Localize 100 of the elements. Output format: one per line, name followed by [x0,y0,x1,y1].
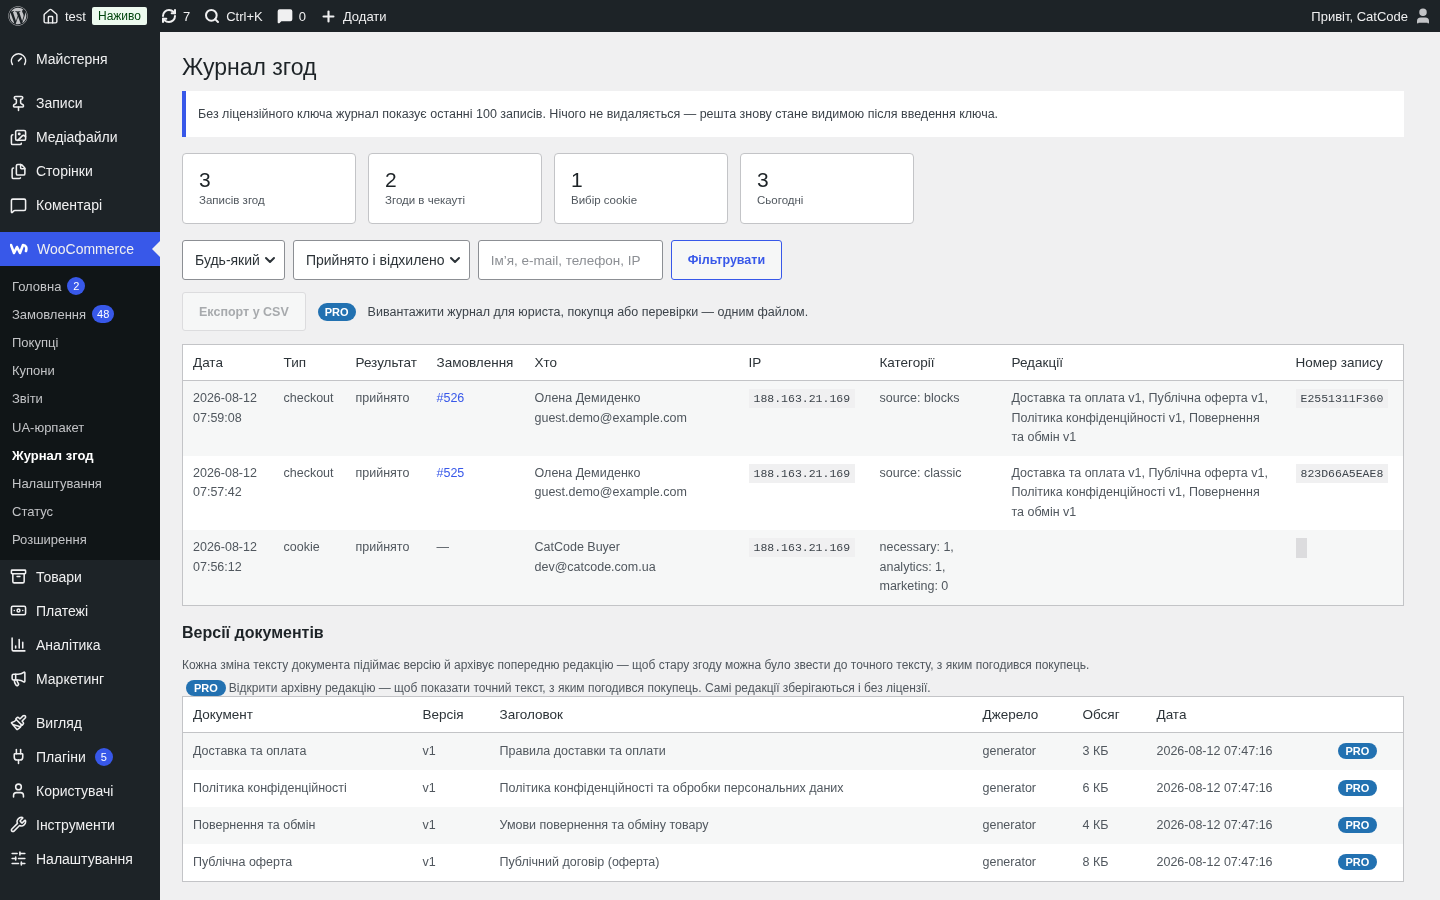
search-shortcut[interactable]: Ctrl+K [226,8,263,24]
time-text: 07:56:12 [193,558,243,576]
column-header: Категорії [869,344,1002,381]
search-icon[interactable] [204,8,221,24]
date-text: 2026-08-12 [193,539,258,556]
submenu-item[interactable]: Замовлення 48 [0,300,160,329]
customer-email: guest.demo@example.com [534,409,688,427]
greeting[interactable]: Привіт, CatCode [1311,8,1408,24]
images-icon [10,128,27,146]
column-header: Результат [345,344,427,381]
column-header: Документ [182,696,413,732]
sidebar-item[interactable]: Плагіни 5 [0,739,160,774]
updates-count[interactable]: 7 [182,8,191,24]
plus-icon[interactable] [319,7,337,25]
sidebar-item[interactable]: Медіафайли [0,120,160,154]
sidebar-item[interactable]: Маркетинг [0,661,160,696]
time-text: 07:57:42 [193,484,243,501]
ip-address: 188.163.21.169 [748,389,856,408]
date-cell: 2026-08-12 07:47:16 [1146,843,1328,881]
comment-icon[interactable] [276,8,293,24]
pro-badge: PRO [317,302,356,321]
column-header: Заголовок [489,696,973,732]
sidebar-item[interactable]: Користувачі [0,773,160,808]
pro-badge: PRO [1337,779,1378,796]
user-icon [10,782,27,800]
date-text: 2026-08-12 [193,464,258,482]
pro-badge: PRO [1337,742,1378,759]
sidebar-item[interactable]: Вигляд [0,705,160,740]
record-id: E2551311F360 [1295,389,1389,408]
add-new-link[interactable]: Додати [342,8,387,24]
empty-record-id [1295,538,1307,558]
comments-count[interactable]: 0 [298,8,306,24]
sidebar-item[interactable]: Товари [0,559,160,594]
order-link[interactable]: #525 [436,465,465,480]
submenu-item[interactable]: Звіти [0,384,160,413]
stat-value: 3 [757,168,770,192]
site-name[interactable]: test [65,8,86,24]
sidebar-item[interactable]: WooCommerce [0,232,160,266]
document-cell: Повернення та обмін [182,806,413,844]
sidebar-item[interactable]: Платежі [0,593,160,628]
version-cell: v1 [412,769,490,807]
revisions-text: Доставка та оплата v1, Публічна оферта v1, Політика конфіденційності v1, Повернення та обмін v1 [1011,465,1268,519]
submenu-item[interactable]: Статус [0,497,160,526]
filter-button[interactable]: Фільтрувати [670,240,783,280]
version-cell: v1 [412,843,490,881]
column-header: Обсяг [1072,696,1147,732]
plug-icon [10,748,27,766]
document-cell: Політика конфіденційності [182,769,413,807]
date-cell: 2026-08-12 07:47:16 [1146,806,1328,844]
column-header: IP [738,344,870,381]
home-icon[interactable] [42,7,59,25]
comment-icon [10,196,27,214]
result-text: прийнято [355,391,410,405]
stat-value: 2 [385,168,398,192]
customer-email: dev@catcode.com.ua [534,558,657,576]
version-cell: v1 [412,806,490,844]
submenu-item[interactable]: UA-юрпакет [0,412,160,442]
sidebar-item[interactable]: Інструменти [0,807,160,842]
avatar-icon[interactable] [1414,7,1432,25]
column-header: Версія [412,696,490,732]
brush-icon [10,714,27,732]
record-id: 823D66A5EAE8 [1295,463,1389,483]
pro-hint: Відкрити архівну редакцію — щоб показати точний текст, з яким погодився покупець. Самі редакції зберігаються і без ліцензії. [228,680,931,695]
search-field[interactable]: Ім’я, e-mail, телефон, IP [477,240,663,280]
current-menu-pointer [152,241,160,257]
empty-dash: — [436,540,449,554]
document-cell: Доставка та оплата [182,732,413,770]
sidebar-item[interactable]: Записи [0,86,160,120]
submenu-item[interactable]: Налаштування [0,469,160,498]
wrench-icon [10,816,27,834]
versions-description: Кожна зміна тексту документа підіймає версію й архівує попередню редакцію — щоб стару згоду можна було звести до точного тексту, з яким погодився покупець. [182,657,1091,672]
type-select[interactable]: Будь-який [182,240,285,280]
sidebar-item[interactable]: Налаштування [0,841,160,876]
column-header: Хто [524,344,739,381]
submenu-item[interactable]: Журнал згод [0,441,160,470]
sidebar-item[interactable]: Сторінки [0,154,160,188]
sidebar-item[interactable]: Майстерня [0,42,160,76]
wordpress-logo[interactable] [8,6,28,26]
gauge-icon [10,50,27,68]
pro-badge: PRO [186,679,226,696]
sidebar-item[interactable]: Коментарі [0,188,160,222]
sidebar-item[interactable]: Аналітика [0,627,160,662]
section-heading: Версії документів [182,623,325,642]
submenu-item[interactable]: Розширення [0,525,160,554]
order-link[interactable]: #526 [436,391,465,405]
live-badge: Наживо [91,7,147,25]
size-cell: 6 КБ [1072,769,1147,807]
result-select[interactable]: Прийнято і відхилено [292,240,470,280]
submenu-item[interactable]: Купони [0,356,160,385]
submenu-item[interactable]: Покупці [0,328,160,357]
customer-name: Олена Демиденко [534,464,642,482]
result-text: прийнято [355,540,410,554]
updates-icon[interactable] [160,8,177,24]
title-cell: Правила доставки та оплати [489,732,973,770]
revisions-text: Доставка та оплата v1, Публічна оферта v1, Політика конфіденційності v1, Повернення та обмін v1 [1011,391,1268,444]
source-cell: generator [972,806,1073,844]
type-text: cookie [283,540,320,554]
column-header: Тип [273,344,346,381]
customer-name: CatCode Buyer [534,539,621,556]
submenu-item[interactable]: Головна 2 [0,272,160,301]
